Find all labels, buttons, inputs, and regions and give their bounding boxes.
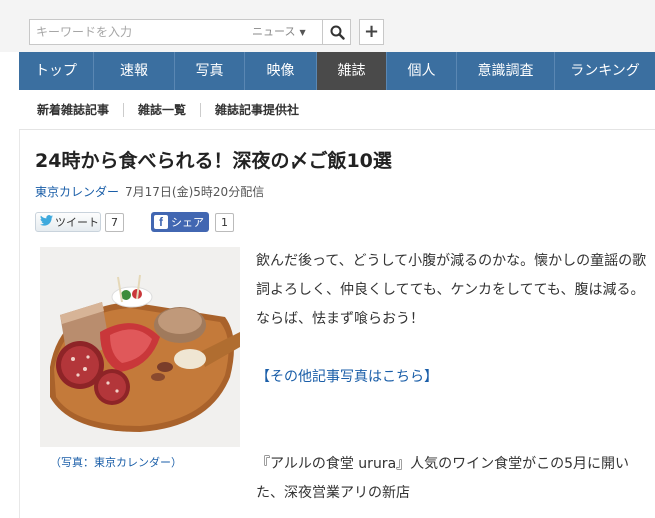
plus-icon: + <box>363 21 380 42</box>
chevron-down-icon: ▼ <box>299 28 306 37</box>
facebook-icon: f <box>154 215 168 229</box>
article-paragraph: 『アルルの食堂 urura』人気のワイン食堂がこの5月に開いた、深夜営業アリの新… <box>256 456 630 501</box>
tweet-button[interactable]: ツイート <box>35 212 101 232</box>
photo-caption[interactable]: （写真：東京カレンダー） <box>50 454 182 470</box>
search-header: ニュース▼ + <box>0 0 655 52</box>
nav-item-magazine[interactable]: 雑誌 <box>317 52 387 90</box>
tweet-label: ツイート <box>55 216 99 229</box>
facebook-share-count: 1 <box>215 213 234 232</box>
main-nav: トップ 速報 写真 映像 雑誌 個人 意識調査 ランキング <box>19 52 655 90</box>
food-platter-image <box>40 247 240 447</box>
search-scope-label: ニュース <box>252 25 296 38</box>
nav-item-top[interactable]: トップ <box>19 52 94 90</box>
more-photos-link[interactable]: 【その他記事写真はこちら】 <box>256 369 438 385</box>
facebook-share-label: シェア <box>171 216 204 229</box>
nav-item-ranking[interactable]: ランキング <box>555 52 655 90</box>
nav-item-personal[interactable]: 個人 <box>387 52 457 90</box>
search-input[interactable] <box>30 20 240 44</box>
facebook-share-button[interactable]: f シェア <box>151 212 209 232</box>
byline: 東京カレンダー 7月17日(金)5時20分配信 <box>35 183 264 200</box>
source-link[interactable]: 東京カレンダー <box>35 185 119 199</box>
subnav-item-magazine-list[interactable]: 雑誌一覧 <box>124 102 202 117</box>
nav-item-survey[interactable]: 意識調査 <box>457 52 555 90</box>
subnav-item-new-articles[interactable]: 新着雑誌記事 <box>19 102 125 117</box>
article-paragraph: 飲んだ後って、どうして小腹が減るのかな。懐かしの童謡の歌詞よろしく、仲良くしてて… <box>256 253 647 327</box>
tweet-count: 7 <box>105 213 124 232</box>
search-button[interactable] <box>322 20 351 44</box>
search-scope-dropdown[interactable]: ニュース ▼ <box>252 20 306 44</box>
article-title: 24時から食べられる！深夜の〆ご飯10選 <box>35 150 392 172</box>
add-button[interactable]: + <box>359 19 384 45</box>
article: 24時から食べられる！深夜の〆ご飯10選 東京カレンダー 7月17日(金)5時20… <box>19 130 655 518</box>
publish-date: 7月17日(金)5時20分配信 <box>125 185 265 199</box>
search-icon <box>330 25 345 40</box>
nav-item-photo[interactable]: 写真 <box>175 52 245 90</box>
twitter-bird-icon <box>40 215 53 229</box>
more-photos-paragraph: 【その他記事写真はこちら】 <box>256 363 648 392</box>
article-photo[interactable] <box>40 247 240 447</box>
search-box: ニュース▼ <box>29 19 351 45</box>
sub-nav: 新着雑誌記事 雑誌一覧 雑誌記事提供社 <box>19 90 655 130</box>
nav-item-video[interactable]: 映像 <box>245 52 317 90</box>
subnav-item-providers[interactable]: 雑誌記事提供社 <box>201 103 313 117</box>
article-body: 飲んだ後って、どうして小腹が減るのかな。懐かしの童謡の歌詞よろしく、仲良くしてて… <box>256 247 648 508</box>
nav-item-breaking[interactable]: 速報 <box>94 52 175 90</box>
